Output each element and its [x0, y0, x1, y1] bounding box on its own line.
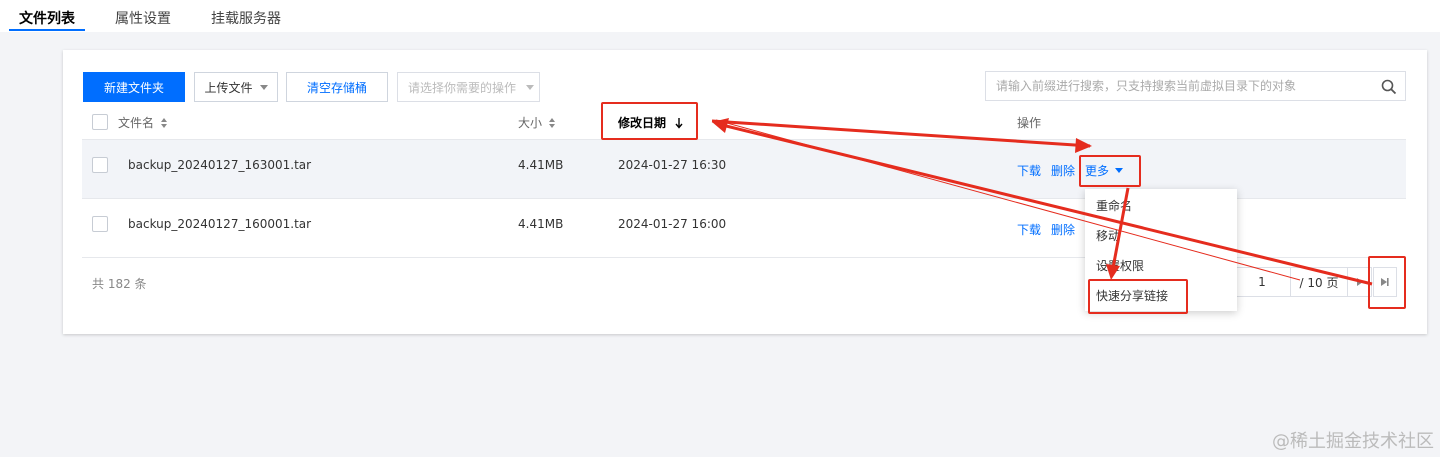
column-header-name[interactable]: 文件名 [118, 114, 168, 131]
file-modified: 2024-01-27 16:00 [618, 217, 727, 231]
column-modified-label: 修改日期 [618, 116, 667, 130]
select-all-checkbox[interactable] [92, 114, 108, 130]
tab-file-list[interactable]: 文件列表 [19, 8, 75, 28]
file-size: 4.41MB [518, 217, 564, 231]
column-size-label: 大小 [518, 116, 543, 130]
tab-mount-server[interactable]: 挂载服务器 [211, 8, 281, 28]
batch-action-select[interactable]: 请选择你需要的操作 [397, 72, 540, 102]
sort-icon [161, 117, 168, 128]
column-header-actions: 操作 [1017, 114, 1041, 131]
menu-item-set-permissions[interactable]: 设置权限 [1096, 257, 1144, 274]
file-name[interactable]: backup_20240127_160001.tar [128, 217, 311, 231]
sort-icon [549, 117, 556, 128]
caret-down-icon [1115, 167, 1124, 173]
clear-bucket-button[interactable]: 清空存储桶 [286, 72, 388, 102]
row-checkbox[interactable] [92, 216, 108, 232]
search-icon[interactable] [1381, 79, 1397, 95]
column-header-size[interactable]: 大小 [518, 114, 556, 131]
column-header-modified[interactable]: 修改日期 [618, 114, 683, 131]
last-page-button[interactable] [1373, 267, 1397, 297]
watermark-text: @稀土掘金技术社区 [1272, 431, 1434, 452]
last-page-icon [1381, 278, 1389, 286]
active-tab-indicator [9, 29, 85, 31]
page-number-input[interactable]: 1 [1233, 267, 1291, 297]
download-link[interactable]: 下载 [1017, 221, 1041, 238]
tab-property-settings[interactable]: 属性设置 [115, 8, 171, 28]
total-count: 共 182 条 [92, 277, 147, 291]
table-header: 文件名 大小 修改日期 操作 [82, 108, 1406, 140]
file-modified: 2024-01-27 16:30 [618, 158, 727, 172]
chevron-down-icon [259, 84, 268, 90]
download-link[interactable]: 下载 [1017, 162, 1041, 179]
chevron-right-icon [1356, 278, 1363, 286]
current-page: 1 [1258, 275, 1266, 289]
delete-link[interactable]: 删除 [1051, 162, 1075, 179]
search-box [985, 71, 1406, 101]
menu-item-move[interactable]: 移动 [1096, 227, 1120, 244]
batch-action-placeholder: 请选择你需要的操作 [408, 80, 517, 95]
total-pages: / 10 页 [1291, 267, 1348, 297]
file-size: 4.41MB [518, 158, 564, 172]
file-name[interactable]: backup_20240127_163001.tar [128, 158, 311, 172]
chevron-down-icon [526, 84, 535, 90]
arrow-down-icon [675, 117, 683, 129]
menu-item-rename[interactable]: 重命名 [1096, 197, 1132, 214]
column-actions-label: 操作 [1017, 116, 1042, 130]
more-dropdown-trigger[interactable]: 更多 [1085, 162, 1124, 179]
column-name-label: 文件名 [118, 116, 155, 130]
upload-file-dropdown[interactable]: 上传文件 [194, 72, 278, 102]
new-folder-button[interactable]: 新建文件夹 [83, 72, 185, 102]
total-pages-label: / 10 页 [1299, 275, 1339, 290]
row-checkbox[interactable] [92, 157, 108, 173]
more-actions-menu: 重命名 移动 设置权限 快速分享链接 [1085, 189, 1237, 311]
new-folder-label: 新建文件夹 [103, 80, 164, 95]
search-input[interactable] [986, 72, 1366, 100]
upload-file-label: 上传文件 [204, 80, 253, 95]
tab-bar: 文件列表 属性设置 挂载服务器 [0, 0, 1440, 32]
menu-item-quick-share-link[interactable]: 快速分享链接 [1096, 287, 1168, 304]
more-label: 更多 [1085, 164, 1110, 178]
delete-link[interactable]: 删除 [1051, 221, 1075, 238]
next-page-button[interactable] [1348, 267, 1372, 297]
clear-bucket-label: 清空存储桶 [306, 80, 367, 95]
